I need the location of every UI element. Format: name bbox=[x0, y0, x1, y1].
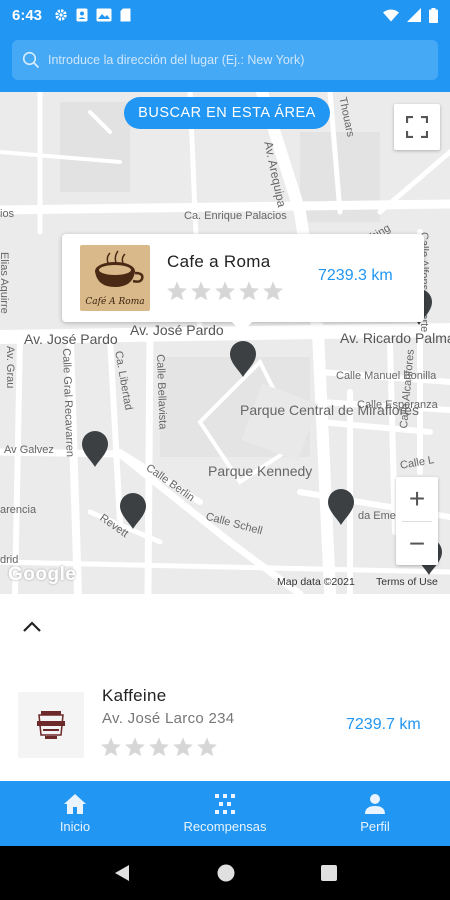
map-pin[interactable] bbox=[228, 340, 258, 378]
search-this-area-button[interactable]: BUSCAR EN ESTA ÁREA bbox=[124, 97, 330, 129]
star-icon bbox=[197, 737, 217, 757]
google-logo: Google bbox=[8, 564, 77, 585]
park-label-kennedy: Parque Kennedy bbox=[208, 463, 313, 479]
list-item[interactable]: Kaffeine Av. José Larco 234 7239.7 km bbox=[0, 660, 450, 780]
place-info-window[interactable]: Café A Roma Cafe a Roma 7239.3 km bbox=[62, 234, 424, 332]
star-icon bbox=[191, 281, 211, 301]
star-icon bbox=[263, 281, 283, 301]
notification-icons bbox=[54, 8, 131, 22]
star-rating bbox=[100, 736, 218, 758]
list-item-name: Kaffeine bbox=[102, 686, 167, 705]
chevron-up-icon bbox=[23, 621, 41, 632]
search-box[interactable] bbox=[12, 40, 438, 80]
star-icon bbox=[101, 737, 121, 757]
contact-icon bbox=[76, 8, 88, 22]
map-pin[interactable] bbox=[80, 430, 110, 468]
cafe-a-roma-logo: Café A Roma bbox=[80, 245, 150, 311]
status-bar: 6:43 bbox=[0, 0, 450, 30]
map-data-attribution: Map data ©2021 bbox=[277, 576, 355, 588]
person-icon bbox=[365, 794, 385, 814]
star-icon bbox=[125, 737, 145, 757]
star-icon bbox=[173, 737, 193, 757]
home-button-icon[interactable] bbox=[217, 864, 235, 882]
star-rating bbox=[166, 280, 284, 302]
kaffeine-logo-image bbox=[37, 711, 65, 739]
rewards-icon bbox=[215, 794, 235, 814]
gear-icon bbox=[55, 9, 67, 21]
coffee-cup-icon bbox=[95, 250, 144, 287]
nav-item-perfil[interactable]: Perfil bbox=[300, 781, 450, 846]
street-label: Av. José Pardo bbox=[24, 331, 118, 347]
zoom-controls: + − bbox=[396, 477, 438, 565]
zoom-in-button[interactable]: + bbox=[396, 477, 438, 521]
terms-of-use-link[interactable]: Terms of Use bbox=[376, 576, 438, 588]
list-item-address: Av. José Larco 234 bbox=[102, 710, 235, 727]
search-icon bbox=[22, 51, 40, 69]
search-header bbox=[0, 30, 450, 92]
image-icon bbox=[96, 8, 112, 22]
battery-icon bbox=[429, 7, 438, 23]
star-icon bbox=[215, 281, 235, 301]
system-icons bbox=[383, 7, 438, 23]
nav-label: Recompensas bbox=[183, 819, 267, 834]
fullscreen-icon bbox=[406, 116, 428, 138]
recents-icon[interactable] bbox=[321, 865, 337, 881]
list-item-distance: 7239.7 km bbox=[346, 716, 421, 733]
nav-label: Inicio bbox=[59, 819, 91, 834]
nav-label: Perfil bbox=[360, 819, 390, 834]
bottom-nav: Inicio Recompensas Perfil bbox=[0, 781, 450, 846]
kaffeine-logo bbox=[18, 692, 84, 758]
status-time: 6:43 bbox=[12, 6, 43, 24]
street-label: Av. Ricardo Palma bbox=[340, 330, 450, 346]
nav-item-recompensas[interactable]: Recompensas bbox=[150, 781, 300, 846]
street-label: ios bbox=[0, 208, 15, 220]
park-label-central: Parque Central de Miraflores bbox=[240, 402, 419, 418]
place-distance: 7239.3 km bbox=[318, 267, 393, 284]
map-pin[interactable] bbox=[118, 492, 148, 530]
back-icon[interactable] bbox=[113, 864, 131, 882]
system-nav-bar bbox=[0, 846, 450, 900]
star-icon bbox=[149, 737, 169, 757]
map-view[interactable]: Av. Arequipa Thouars Ca. Enrique Palacio… bbox=[0, 92, 450, 594]
star-icon bbox=[239, 281, 259, 301]
zoom-out-button[interactable]: − bbox=[396, 522, 438, 566]
street-label: Ca. Enrique Palacios bbox=[184, 210, 287, 222]
signal-icon bbox=[407, 8, 421, 22]
home-icon bbox=[64, 794, 86, 814]
expand-sheet-button[interactable] bbox=[20, 617, 44, 637]
sd-card-icon bbox=[120, 8, 131, 22]
street-label: arencia bbox=[0, 504, 37, 516]
street-label: Elias Aguirre bbox=[0, 252, 10, 314]
fullscreen-button[interactable] bbox=[394, 104, 440, 150]
street-label: Av. Grau bbox=[4, 346, 16, 389]
nav-item-inicio[interactable]: Inicio bbox=[0, 781, 150, 846]
street-label: Av. José Pardo bbox=[130, 322, 224, 338]
place-name: Cafe a Roma bbox=[167, 252, 271, 271]
map-pin[interactable] bbox=[326, 488, 356, 526]
search-input[interactable] bbox=[48, 53, 428, 67]
street-label: da Emer bbox=[358, 510, 400, 522]
street-label: Av Galvez bbox=[4, 444, 54, 456]
street-label: Calle Manuel Bonilla bbox=[336, 370, 437, 382]
logo-text: Café A Roma bbox=[85, 297, 145, 307]
street-label: Calle Bellavista bbox=[154, 354, 169, 430]
star-icon bbox=[167, 281, 187, 301]
wifi-icon bbox=[383, 9, 399, 21]
